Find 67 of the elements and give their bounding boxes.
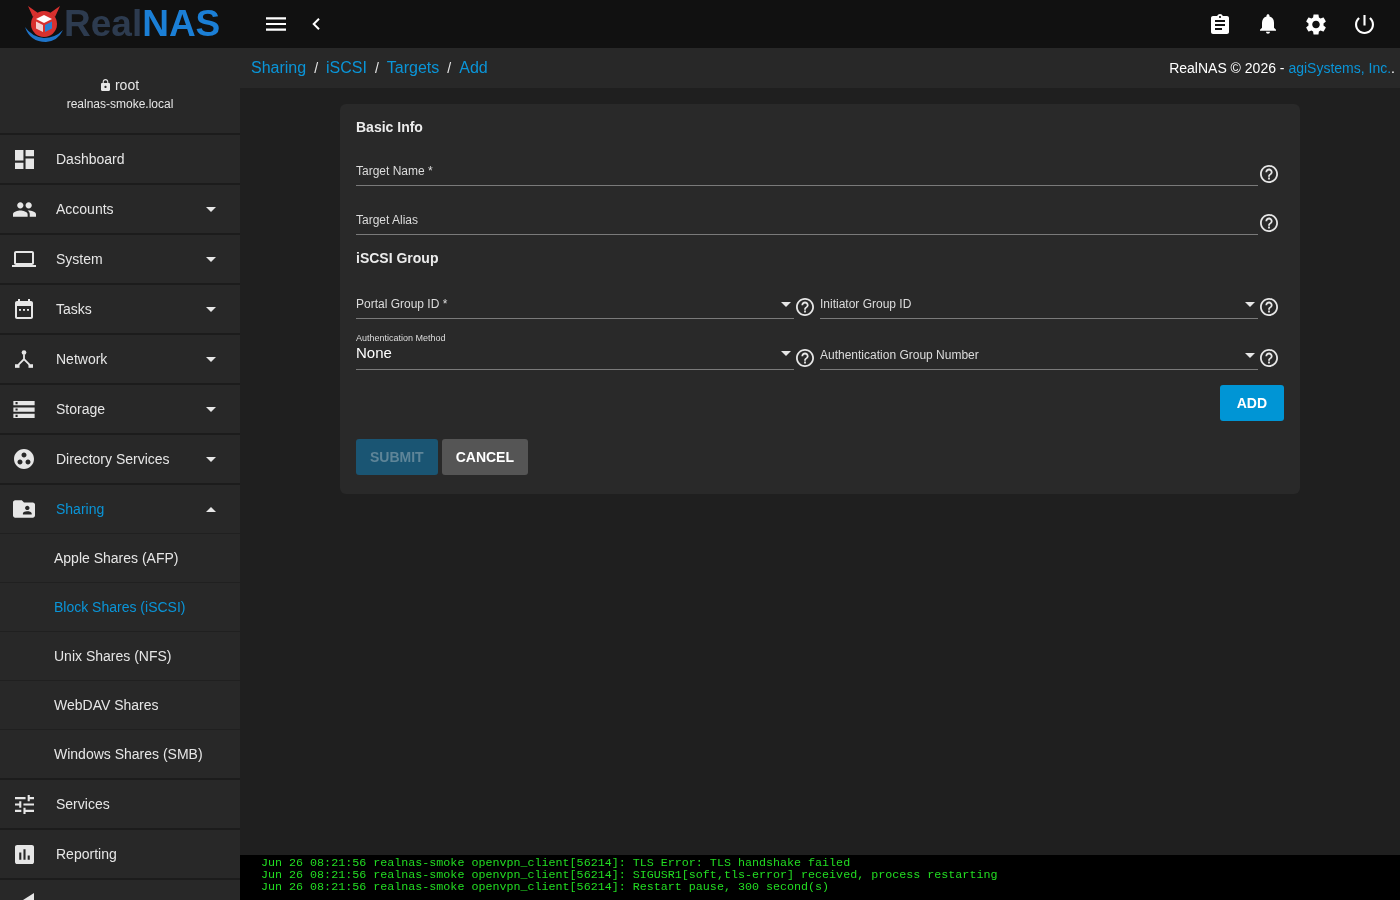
sidebar-subitem[interactable]: Block Shares (iSCSI) (0, 582, 240, 631)
company-link[interactable]: agiSystems, Inc. (1288, 59, 1392, 76)
storage-icon (13, 400, 35, 418)
dropdown-field[interactable]: Authentication Method None (356, 319, 794, 370)
sidebar-item[interactable]: System (0, 233, 240, 283)
help-icon[interactable] (796, 298, 814, 316)
laptop-icon (12, 251, 36, 267)
caret-icon (781, 350, 791, 356)
power-icon[interactable] (1354, 14, 1374, 34)
sidebar-item[interactable]: Accounts (0, 183, 240, 233)
chevron-left-icon[interactable] (312, 18, 320, 30)
bell-icon[interactable] (1260, 14, 1276, 34)
sidebar-subitem[interactable]: WebDAV Shares (0, 680, 240, 729)
sidebar-subitem[interactable]: Windows Shares (SMB) (0, 729, 240, 778)
logo-wordmark: RealNAS (64, 3, 221, 45)
help-icon[interactable] (1260, 214, 1278, 232)
sidebar-item[interactable]: Services (0, 778, 240, 828)
dashboard-icon (14, 149, 34, 169)
section-title: Basic Info (356, 118, 424, 137)
sidebar-item[interactable]: Storage (0, 383, 240, 433)
breadcrumb-separator: / (447, 58, 452, 78)
log-line: Jun 26 08:21:56 realnas-smoke openvpn_client[56214]: Restart pause, 300 second(s) (261, 881, 831, 893)
sidebar-item[interactable]: Reporting (0, 828, 240, 878)
calendar-icon (15, 299, 33, 319)
breadcrumb-link[interactable]: iSCSI (326, 56, 367, 80)
sidebar-item[interactable]: Network (0, 333, 240, 383)
sidebar-item[interactable]: Tasks (0, 283, 240, 333)
copyright-text: RealNAS © 2026 - agiSystems, Inc.. (1169, 58, 1395, 78)
bar-chart-icon (14, 844, 34, 864)
host-name: realnas-smoke.local (66, 95, 174, 112)
text-field[interactable]: Target Alias (356, 200, 1258, 235)
help-icon[interactable] (1260, 165, 1278, 183)
breadcrumb-link[interactable]: Sharing (251, 56, 307, 80)
menu-icon[interactable] (266, 17, 286, 31)
log-line: Jun 26 08:21:56 realnas-smoke openvpn_client[56214]: SIGUSR1[soft,tls-error] received, process restarting (261, 869, 999, 881)
people-icon (12, 201, 36, 217)
sidebar-item[interactable]: Sharing (0, 483, 240, 533)
clipboard-icon[interactable] (1211, 14, 1229, 34)
settings-icon[interactable] (1306, 13, 1326, 35)
caret-icon (1245, 352, 1255, 358)
help-icon[interactable] (1260, 349, 1278, 367)
sidebar-item[interactable]: Directory Services (0, 433, 240, 483)
sidebar-subitem[interactable]: Unix Shares (NFS) (0, 631, 240, 680)
shared-folder-icon (13, 500, 35, 518)
lock-icon (100, 78, 110, 91)
sidebar-subitem[interactable]: Apple Shares (AFP) (0, 533, 240, 582)
help-icon[interactable] (1260, 298, 1278, 316)
caret-icon (1245, 301, 1255, 307)
logo-icon (24, 5, 64, 43)
help-icon[interactable] (796, 349, 814, 367)
breadcrumb-separator: / (374, 58, 379, 78)
user-name: root (114, 75, 140, 94)
network-icon (15, 350, 33, 368)
dropdown-field[interactable]: Initiator Group ID (820, 282, 1258, 319)
sliders-icon (14, 794, 34, 814)
text-field[interactable]: Target Name * (356, 151, 1258, 186)
log-line: Jun 26 08:21:56 realnas-smoke openvpn_client[56214]: TLS Error: TLS handshake failed (261, 857, 852, 869)
sidebar-item[interactable]: Dashboard (0, 133, 240, 183)
triangle-icon (23, 893, 34, 900)
breadcrumb-link[interactable]: Add (459, 56, 488, 80)
caret-icon (781, 301, 791, 307)
cancel-button[interactable]: CANCEL (441, 439, 528, 475)
dropdown-field[interactable]: Portal Group ID * (356, 282, 794, 319)
dropdown-field[interactable]: Authentication Group Number (820, 333, 1258, 370)
section-title: iSCSI Group (356, 249, 440, 268)
breadcrumb-link[interactable]: Targets (386, 56, 440, 80)
breadcrumb-separator: / (314, 58, 319, 78)
